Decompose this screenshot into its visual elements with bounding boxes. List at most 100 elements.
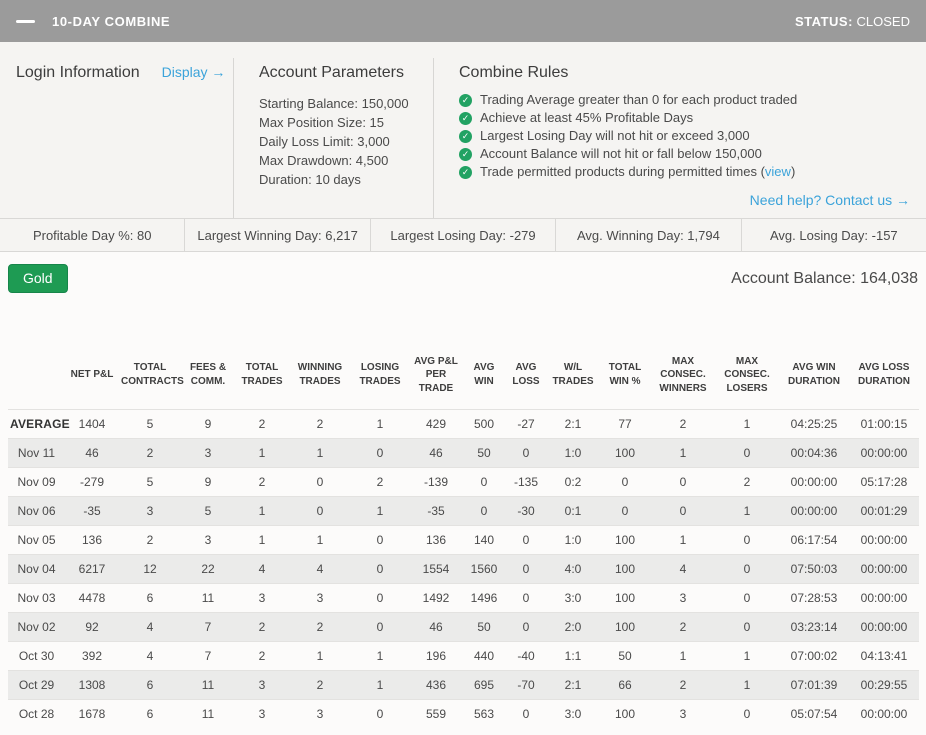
table-cell: 1	[289, 525, 351, 554]
table-cell: 0	[599, 496, 651, 525]
table-cell: 2	[235, 409, 289, 438]
table-cell: 5	[119, 467, 181, 496]
table-cell: 11	[181, 583, 235, 612]
account-parameters-list: Starting Balance: 150,000Max Position Si…	[259, 94, 433, 189]
table-header-cell: MAX CONSEC. WINNERS	[651, 341, 715, 409]
check-icon: ✓	[459, 94, 472, 107]
status-value: CLOSED	[857, 14, 910, 29]
table-header-cell: MAX CONSEC. LOSERS	[715, 341, 779, 409]
combine-rule-text: Account Balance will not hit or fall bel…	[480, 147, 762, 161]
table-cell: 77	[599, 409, 651, 438]
table-cell: 1308	[65, 670, 119, 699]
account-parameter-item: Daily Loss Limit: 3,000	[259, 132, 433, 151]
table-cell: 1	[235, 525, 289, 554]
table-cell: 00:00:00	[849, 612, 919, 641]
table-cell: 11	[181, 699, 235, 728]
table-cell: 3	[119, 496, 181, 525]
display-link[interactable]: Display →	[162, 64, 226, 80]
table-cell: -27	[505, 409, 547, 438]
account-parameters-heading: Account Parameters	[259, 64, 433, 82]
table-cell: 0	[715, 525, 779, 554]
combine-rule-text: Largest Losing Day will not hit or excee…	[480, 129, 750, 143]
table-header-cell: TOTAL WIN %	[599, 341, 651, 409]
table-row: Oct 28167861133055956303:01003005:07:540…	[8, 699, 919, 728]
table-cell: 01:00:15	[849, 409, 919, 438]
combine-rule-text-suffix: )	[791, 165, 795, 179]
table-cell: 1678	[65, 699, 119, 728]
status-label: STATUS:	[795, 14, 853, 29]
table-cell: 2	[715, 467, 779, 496]
table-row-label: Nov 05	[8, 525, 65, 554]
account-parameter-item: Starting Balance: 150,000	[259, 94, 433, 113]
table-cell: 0	[715, 583, 779, 612]
combine-rule-item: ✓ Achieve at least 45% Profitable Days	[459, 111, 910, 125]
check-icon: ✓	[459, 112, 472, 125]
account-balance-value: 164,038	[860, 270, 918, 287]
table-cell: 3	[181, 525, 235, 554]
contact-us-link[interactable]: Need help? Contact us →	[750, 192, 910, 208]
table-cell: 3	[235, 699, 289, 728]
status: STATUS: CLOSED	[795, 14, 910, 29]
table-cell: 392	[65, 641, 119, 670]
table-cell: -135	[505, 467, 547, 496]
table-cell: 00:00:00	[849, 699, 919, 728]
table-cell: 2	[289, 612, 351, 641]
table-cell: 92	[65, 612, 119, 641]
login-information-section: Login Information Display →	[16, 58, 233, 218]
combine-rule-text: Trading Average greater than 0 for each …	[480, 93, 797, 107]
table-cell: -30	[505, 496, 547, 525]
table-cell: 50	[599, 641, 651, 670]
table-cell: 9	[181, 467, 235, 496]
table-row-label: AVERAGE	[8, 409, 65, 438]
table-cell: 1	[715, 641, 779, 670]
table-cell: 1	[651, 438, 715, 467]
table-cell: 0	[651, 467, 715, 496]
table-header-cell: NET P&L	[65, 341, 119, 409]
table-cell: 140	[463, 525, 505, 554]
table-cell: 0	[715, 699, 779, 728]
account-parameter-item: Max Position Size: 15	[259, 113, 433, 132]
table-row-label: Oct 28	[8, 699, 65, 728]
combine-rule-item: ✓Largest Losing Day will not hit or exce…	[459, 129, 910, 143]
table-row-label: Nov 09	[8, 467, 65, 496]
table-cell: 12	[119, 554, 181, 583]
table-cell: 0	[289, 496, 351, 525]
table-cell: 5	[119, 409, 181, 438]
account-parameters-section: Account Parameters Starting Balance: 150…	[233, 58, 433, 218]
combine-rule-item: ✓Trade permitted products during permitt…	[459, 165, 910, 179]
table-cell: 03:23:14	[779, 612, 849, 641]
table-cell: 1:0	[547, 525, 599, 554]
table-cell: 1404	[65, 409, 119, 438]
table-row-label: Oct 29	[8, 670, 65, 699]
table-cell: 00:01:29	[849, 496, 919, 525]
table-cell: 2	[651, 612, 715, 641]
table-cell: 1	[351, 641, 409, 670]
table-cell: 3:0	[547, 699, 599, 728]
product-tab-gold[interactable]: Gold	[8, 264, 68, 293]
collapse-icon[interactable]	[16, 20, 35, 23]
table-cell: 0	[351, 583, 409, 612]
table-cell: 3	[235, 583, 289, 612]
table-cell: 6	[119, 699, 181, 728]
table-cell: 2:1	[547, 670, 599, 699]
table-cell: 00:00:00	[849, 438, 919, 467]
combine-rule-text: Achieve at least 45% Profitable Days	[480, 111, 693, 125]
table-cell: 4	[119, 612, 181, 641]
view-link[interactable]: view	[765, 165, 791, 179]
table-row: Nov 051362311013614001:01001006:17:5400:…	[8, 525, 919, 554]
table-cell: -139	[409, 467, 463, 496]
table-header-cell: WINNING TRADES	[289, 341, 351, 409]
table-cell: 0	[463, 496, 505, 525]
table-cell: 1	[715, 409, 779, 438]
main-content: Gold Account Balance: 164,038 NET P&LTOT…	[0, 252, 926, 728]
table-cell: 1	[715, 496, 779, 525]
table-cell: 440	[463, 641, 505, 670]
table-cell: 0	[463, 467, 505, 496]
table-cell: 1:1	[547, 641, 599, 670]
table-cell: 46	[409, 612, 463, 641]
table-cell: 2	[289, 409, 351, 438]
table-cell: 0	[715, 438, 779, 467]
table-cell: 500	[463, 409, 505, 438]
combine-rule-text: Trade permitted products during permitte…	[480, 165, 765, 179]
table-cell: 559	[409, 699, 463, 728]
